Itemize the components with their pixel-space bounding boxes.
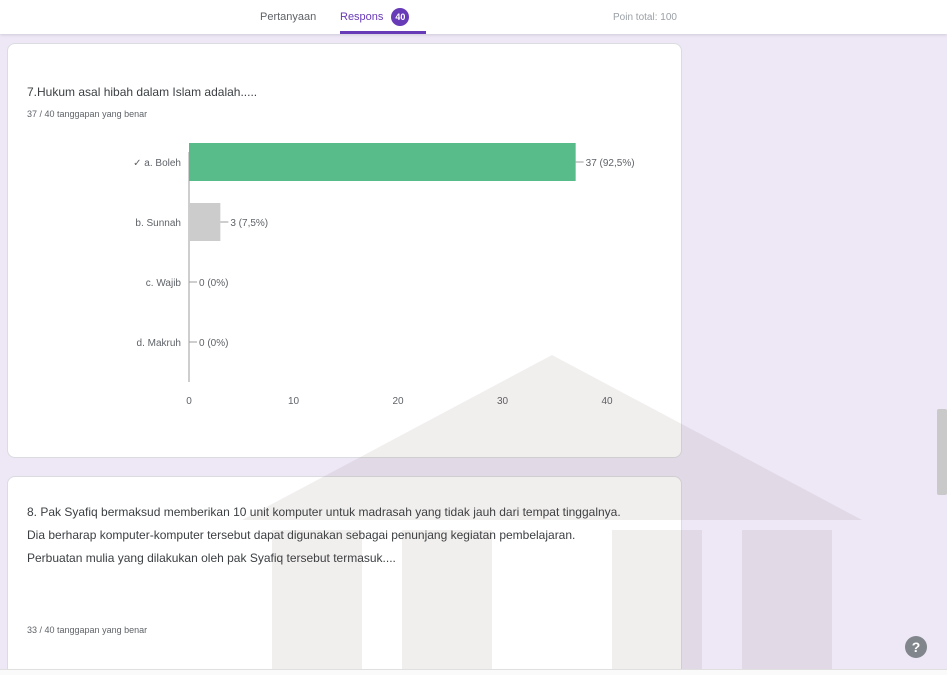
tab-responses-label: Respons bbox=[340, 11, 384, 23]
question-card-7: 7.Hukum asal hibah dalam Islam adalah...… bbox=[7, 43, 682, 458]
x-tick-label: 40 bbox=[601, 396, 613, 407]
tab-responses[interactable]: Respons 40 bbox=[340, 0, 426, 34]
category-label: d. Makruh bbox=[137, 338, 181, 349]
tab-questions[interactable]: Pertanyaan bbox=[260, 0, 326, 34]
category-label: ✓ a. Boleh bbox=[133, 158, 181, 169]
question-card-8: 8. Pak Syafiq bermaksud memberikan 10 un… bbox=[7, 476, 682, 675]
active-tab-indicator bbox=[340, 31, 426, 34]
help-button[interactable]: ? bbox=[905, 636, 927, 658]
correct-responses-summary: 33 / 40 tanggapan yang benar bbox=[27, 625, 148, 635]
response-header: Pertanyaan Respons 40 Poin total: 100 bbox=[0, 0, 947, 34]
data-label: 37 (92,5%) bbox=[586, 158, 635, 169]
response-count-badge: 40 bbox=[391, 8, 410, 26]
x-tick-label: 20 bbox=[392, 396, 404, 407]
x-tick-label: 30 bbox=[497, 396, 509, 407]
data-label: 3 (7,5%) bbox=[230, 218, 268, 229]
bar bbox=[189, 203, 221, 241]
response-bar-chart: 0 10 20 30 40 ✓ a. Boleh 37 (92,5%) b. Sunnah 3 … bbox=[133, 143, 635, 407]
question-title: 8. Pak Syafiq bermaksud memberikan 10 un… bbox=[27, 505, 621, 565]
bar bbox=[189, 143, 576, 181]
total-points: Poin total: 100 bbox=[613, 11, 677, 23]
bottom-edge bbox=[0, 669, 947, 675]
tab-questions-label: Pertanyaan bbox=[260, 11, 317, 23]
category-label: c. Wajib bbox=[146, 278, 182, 289]
category-label: b. Sunnah bbox=[135, 218, 181, 229]
help-icon: ? bbox=[911, 639, 921, 655]
data-label: 0 (0%) bbox=[199, 278, 228, 289]
x-tick-label: 10 bbox=[288, 396, 300, 407]
data-label: 0 (0%) bbox=[199, 338, 228, 349]
scrollbar-thumb[interactable] bbox=[937, 409, 947, 495]
x-tick-label: 0 bbox=[186, 396, 192, 407]
